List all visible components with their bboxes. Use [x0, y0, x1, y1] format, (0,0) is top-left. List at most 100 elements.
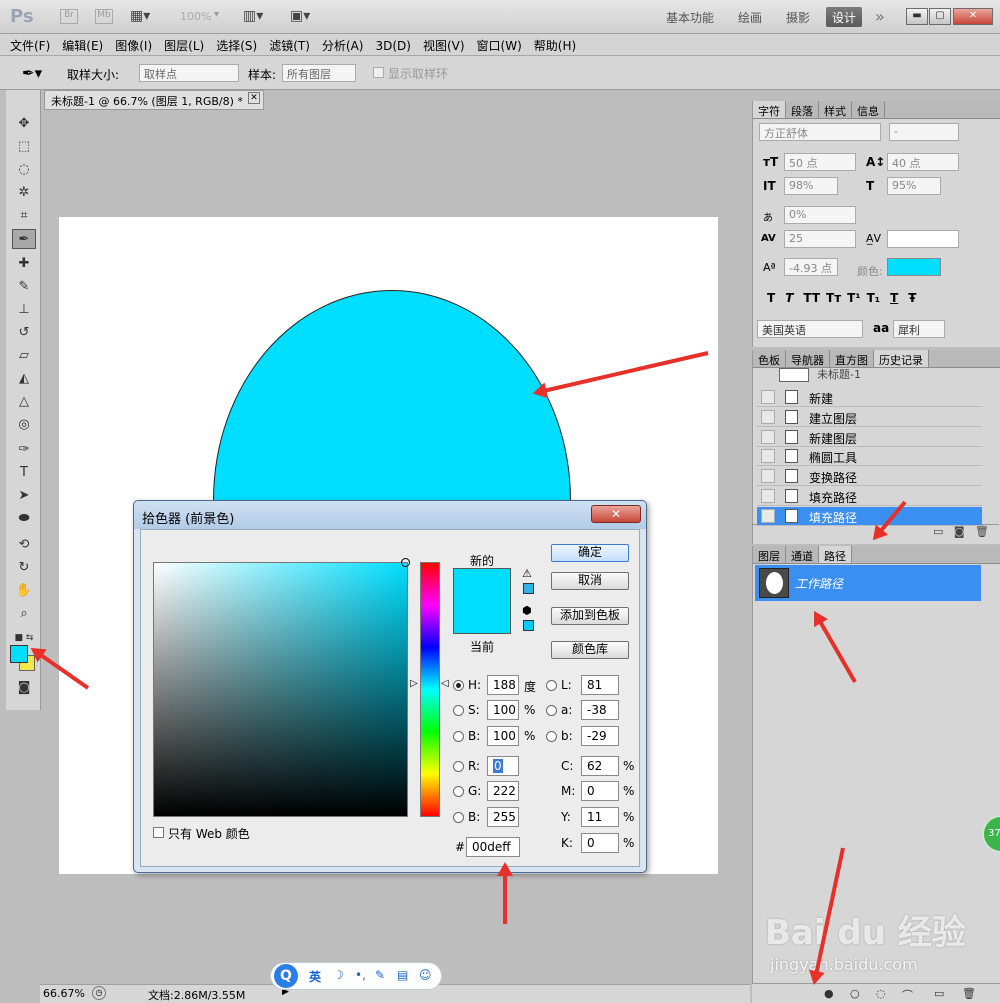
history-brush-source[interactable]	[761, 469, 775, 483]
close-button[interactable]: ✕	[953, 8, 993, 25]
black-input[interactable]: 0	[581, 833, 619, 853]
hand-tool-icon[interactable]: ✋	[12, 581, 36, 601]
workspace-photography[interactable]: 摄影	[780, 7, 816, 27]
trash-icon[interactable]: 🗑	[975, 525, 989, 538]
menu-edit[interactable]: 编辑(E)	[56, 34, 109, 54]
saturation-brightness-field[interactable]	[153, 562, 408, 817]
menu-select[interactable]: 选择(S)	[210, 34, 263, 54]
minimize-button[interactable]: ▬	[906, 8, 928, 25]
clipboard-icon[interactable]: ▤	[397, 968, 408, 982]
horizontal-scale-field[interactable]: 95%	[887, 177, 941, 195]
status-info-icon[interactable]: ◷	[92, 986, 106, 1000]
ok-button[interactable]: 确定	[551, 544, 629, 562]
kerning-field[interactable]	[887, 230, 959, 248]
history-brush-icon[interactable]: ↺	[12, 323, 36, 343]
more-workspaces-icon[interactable]: »	[875, 7, 885, 26]
history-brush-source[interactable]	[761, 489, 775, 503]
lab-a-input[interactable]: -38	[581, 700, 619, 720]
ime-language-toggle[interactable]: 英	[309, 968, 321, 985]
3d-rotate-icon[interactable]: ⟲	[12, 535, 36, 555]
make-work-path-icon[interactable]: ⌒	[902, 987, 913, 1003]
language-select[interactable]: 美国英语	[757, 320, 863, 338]
view-extras-icon[interactable]: ▦▾	[130, 8, 150, 24]
saturation-input[interactable]: 100	[487, 700, 519, 720]
tab-info[interactable]: 信息	[852, 101, 885, 118]
hex-input[interactable]: 00deff	[466, 837, 520, 857]
current-color-swatch[interactable]	[453, 601, 511, 634]
move-tool-icon[interactable]: ✥	[12, 114, 36, 134]
cancel-button[interactable]: 取消	[551, 572, 629, 590]
history-brush-source[interactable]	[761, 449, 775, 463]
hue-slider-left-arrow[interactable]: ▷	[410, 678, 418, 689]
load-selection-icon[interactable]: ◌	[876, 987, 886, 1000]
superscript-button[interactable]: T¹	[847, 291, 860, 305]
eraser-tool-icon[interactable]: ▱	[12, 346, 36, 366]
list-item-active[interactable]: 工作路径	[755, 565, 981, 601]
all-caps-button[interactable]: TT	[803, 291, 820, 305]
dialog-close-button[interactable]: ✕	[591, 505, 641, 523]
history-brush-source[interactable]	[761, 430, 775, 444]
arrange-documents-icon[interactable]: ▥▾	[243, 8, 263, 24]
ime-logo[interactable]: Q	[274, 964, 298, 988]
menu-analysis[interactable]: 分析(A)	[316, 34, 370, 54]
tab-navigator[interactable]: 导航器	[786, 350, 830, 367]
history-brush-source[interactable]	[761, 390, 775, 404]
text-color-swatch[interactable]	[887, 258, 941, 276]
zoom-select[interactable]: 100%	[180, 10, 211, 23]
color-field-cursor[interactable]	[401, 558, 410, 567]
eyedropper-tool-icon[interactable]: ✒	[12, 229, 36, 249]
path-select-icon[interactable]: ➤	[12, 486, 36, 506]
3d-orbit-icon[interactable]: ↻	[12, 558, 36, 578]
underline-button[interactable]: T	[890, 291, 898, 305]
brush-tool-icon[interactable]: ✎	[12, 277, 36, 297]
workspace-painting[interactable]: 绘画	[732, 7, 768, 27]
type-tool-icon[interactable]: T	[12, 463, 36, 483]
list-item[interactable]: 新建	[757, 388, 982, 407]
workspace-design[interactable]: 设计	[826, 7, 863, 27]
radio-brightness[interactable]	[453, 731, 464, 742]
dodge-tool-icon[interactable]: ◎	[12, 415, 36, 435]
lab-b-input[interactable]: -29	[581, 726, 619, 746]
pen-tool-icon[interactable]: ✑	[12, 440, 36, 460]
font-size-field[interactable]: 50 点	[784, 153, 856, 171]
hue-slider[interactable]	[420, 562, 440, 817]
quick-select-tool-icon[interactable]: ✲	[12, 183, 36, 203]
crop-tool-icon[interactable]: ⌗	[12, 206, 36, 226]
list-item[interactable]: 椭圆工具	[757, 447, 982, 466]
paint-bucket-icon[interactable]: ◭	[12, 369, 36, 389]
moon-icon[interactable]: ☽	[333, 968, 344, 982]
radio-red[interactable]	[453, 761, 464, 772]
minibridge-button[interactable]: Mb	[95, 9, 113, 24]
new-path-icon[interactable]: ▭	[934, 987, 944, 1000]
menu-image[interactable]: 图像(I)	[109, 34, 158, 54]
sample-select[interactable]: 所有图层	[282, 64, 356, 82]
strikethrough-button[interactable]: Ŧ	[908, 291, 916, 305]
tab-swatches[interactable]: 色板	[753, 350, 786, 367]
radio-saturation[interactable]	[453, 705, 464, 716]
hue-input[interactable]: 188	[487, 675, 519, 695]
stroke-path-icon[interactable]: ○	[850, 987, 860, 1000]
menu-file[interactable]: 文件(F)	[0, 34, 56, 54]
radio-lab-b[interactable]	[546, 731, 557, 742]
brightness-input[interactable]: 100	[487, 726, 519, 746]
document-tab[interactable]: 未标题-1 @ 66.7% (图层 1, RGB/8) * ✕	[44, 90, 264, 110]
wrench-icon[interactable]: ✎	[375, 968, 385, 982]
color-libraries-button[interactable]: 颜色库	[551, 641, 629, 659]
faux-italic-button[interactable]: T	[785, 291, 793, 305]
list-item[interactable]: 变换路径	[757, 467, 982, 486]
lab-l-input[interactable]: 81	[581, 675, 619, 695]
show-ring-checkbox[interactable]	[373, 67, 384, 78]
screen-mode-icon[interactable]: ▣▾	[290, 8, 310, 24]
trash-icon[interactable]: 🗑	[962, 987, 976, 1000]
quick-mask-icon[interactable]: ◙	[12, 678, 36, 698]
add-to-swatches-button[interactable]: 添加到色板	[551, 607, 629, 625]
menu-filter[interactable]: 滤镜(T)	[263, 34, 316, 54]
menu-layer[interactable]: 图层(L)	[158, 34, 210, 54]
tab-paragraph[interactable]: 段落	[786, 101, 819, 118]
baseline-shift-field[interactable]: -4.93 点	[784, 258, 838, 276]
menu-3d[interactable]: 3D(D)	[369, 36, 416, 53]
leading-field[interactable]: 40 点	[887, 153, 959, 171]
tab-histogram[interactable]: 直方图	[830, 350, 874, 367]
punct-icon[interactable]: •,	[355, 968, 366, 982]
radio-hue[interactable]	[453, 680, 464, 691]
